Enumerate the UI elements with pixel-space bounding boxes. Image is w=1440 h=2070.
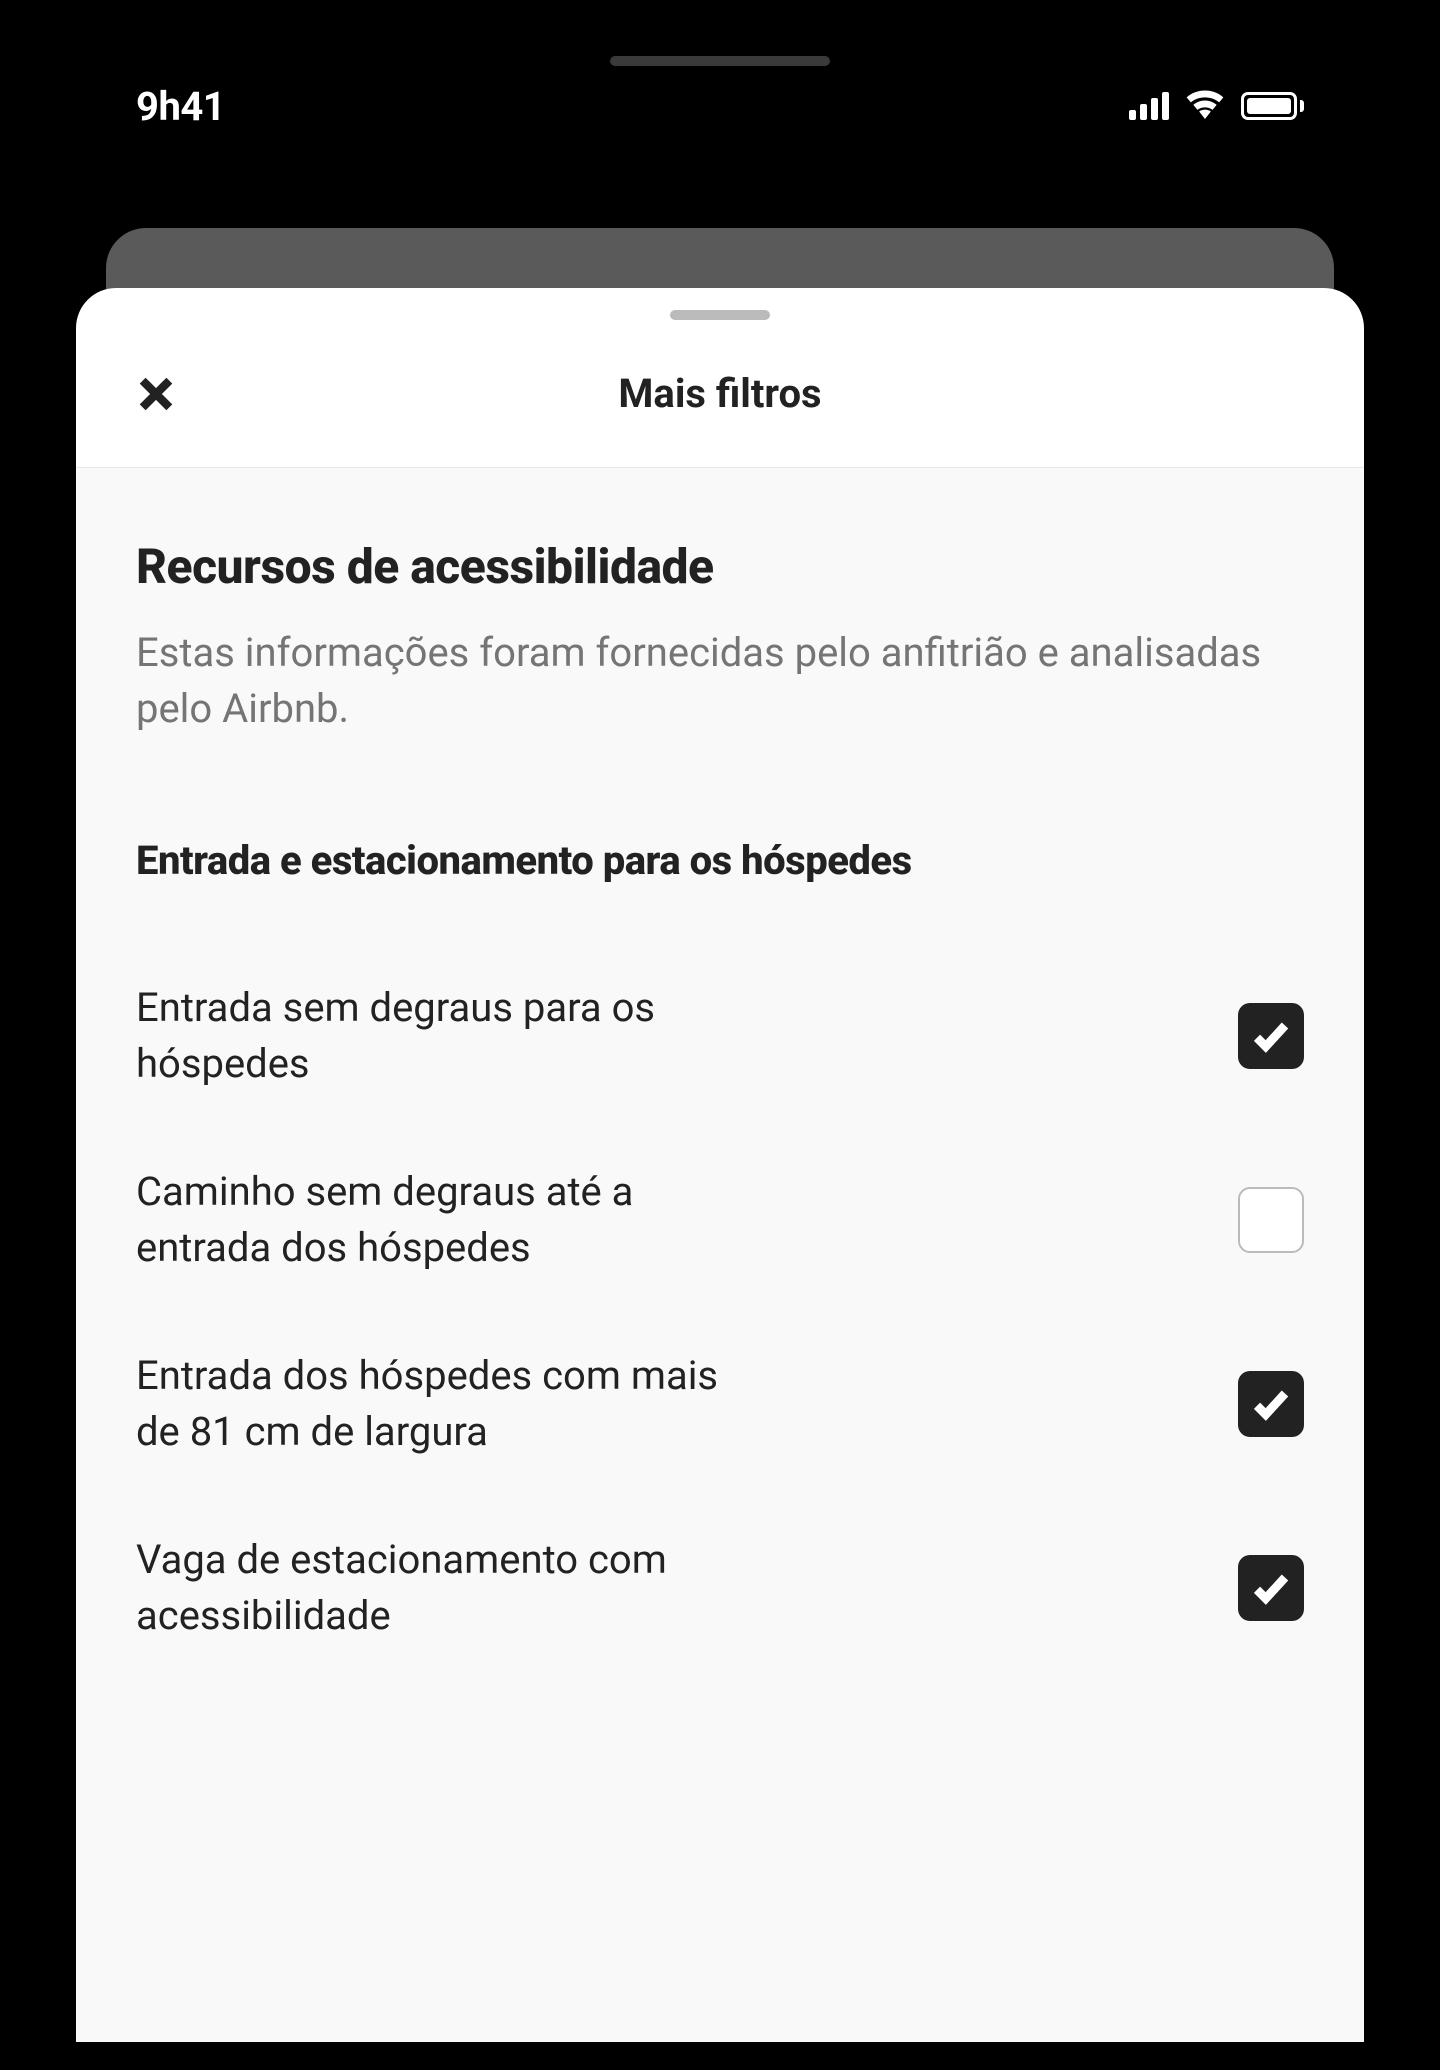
filter-label: Entrada sem degraus para os hóspedes xyxy=(136,980,736,1092)
cellular-signal-icon xyxy=(1129,92,1169,120)
sheet-title: Mais filtros xyxy=(136,370,1304,417)
sheet-header: Mais filtros xyxy=(76,320,1364,468)
battery-icon xyxy=(1241,92,1304,120)
filter-label: Caminho sem degraus até a entrada dos hó… xyxy=(136,1164,736,1276)
close-icon xyxy=(136,374,176,414)
status-time: 9h41 xyxy=(136,83,225,130)
check-icon xyxy=(1250,1383,1292,1425)
check-icon xyxy=(1250,1567,1292,1609)
filter-row-accessible-parking: Vaga de estacionamento com acessibilidad… xyxy=(136,1496,1304,1680)
checkbox-accessible-parking[interactable] xyxy=(1238,1555,1304,1621)
volume-up-button xyxy=(8,700,20,900)
phone-bezel: 9h41 xyxy=(28,0,1412,2070)
filter-row-step-free-path: Caminho sem degraus até a entrada dos hó… xyxy=(136,1128,1304,1312)
wifi-icon xyxy=(1185,89,1225,123)
status-bar: 9h41 xyxy=(56,28,1384,168)
side-button xyxy=(8,520,20,630)
filter-label: Entrada dos hóspedes com mais de 81 cm d… xyxy=(136,1348,736,1460)
volume-down-button xyxy=(8,960,20,1160)
accessibility-section-title: Recursos de acessibilidade xyxy=(136,538,1304,595)
accessibility-section-description: Estas informações foram fornecidas pelo … xyxy=(136,625,1304,737)
close-button[interactable] xyxy=(136,374,176,414)
filter-label: Vaga de estacionamento com acessibilidad… xyxy=(136,1532,736,1644)
power-button xyxy=(1420,780,1432,1100)
checkbox-step-free-path[interactable] xyxy=(1238,1187,1304,1253)
filter-row-wide-entrance: Entrada dos hóspedes com mais de 81 cm d… xyxy=(136,1312,1304,1496)
check-icon xyxy=(1250,1015,1292,1057)
filter-row-step-free-entrance: Entrada sem degraus para os hóspedes xyxy=(136,944,1304,1128)
phone-speaker xyxy=(610,56,830,66)
sheet-content[interactable]: Recursos de acessibilidade Estas informa… xyxy=(76,468,1364,2042)
filters-sheet: Mais filtros Recursos de acessibilidade … xyxy=(76,288,1364,2042)
entrance-parking-subsection-title: Entrada e estacionamento para os hóspede… xyxy=(136,837,1304,884)
status-icons xyxy=(1129,89,1304,123)
checkbox-wide-entrance[interactable] xyxy=(1238,1371,1304,1437)
phone-screen: 9h41 xyxy=(56,28,1384,2042)
checkbox-step-free-entrance[interactable] xyxy=(1238,1003,1304,1069)
phone-frame: 9h41 xyxy=(0,0,1440,2070)
sheet-drag-handle[interactable] xyxy=(670,310,770,320)
